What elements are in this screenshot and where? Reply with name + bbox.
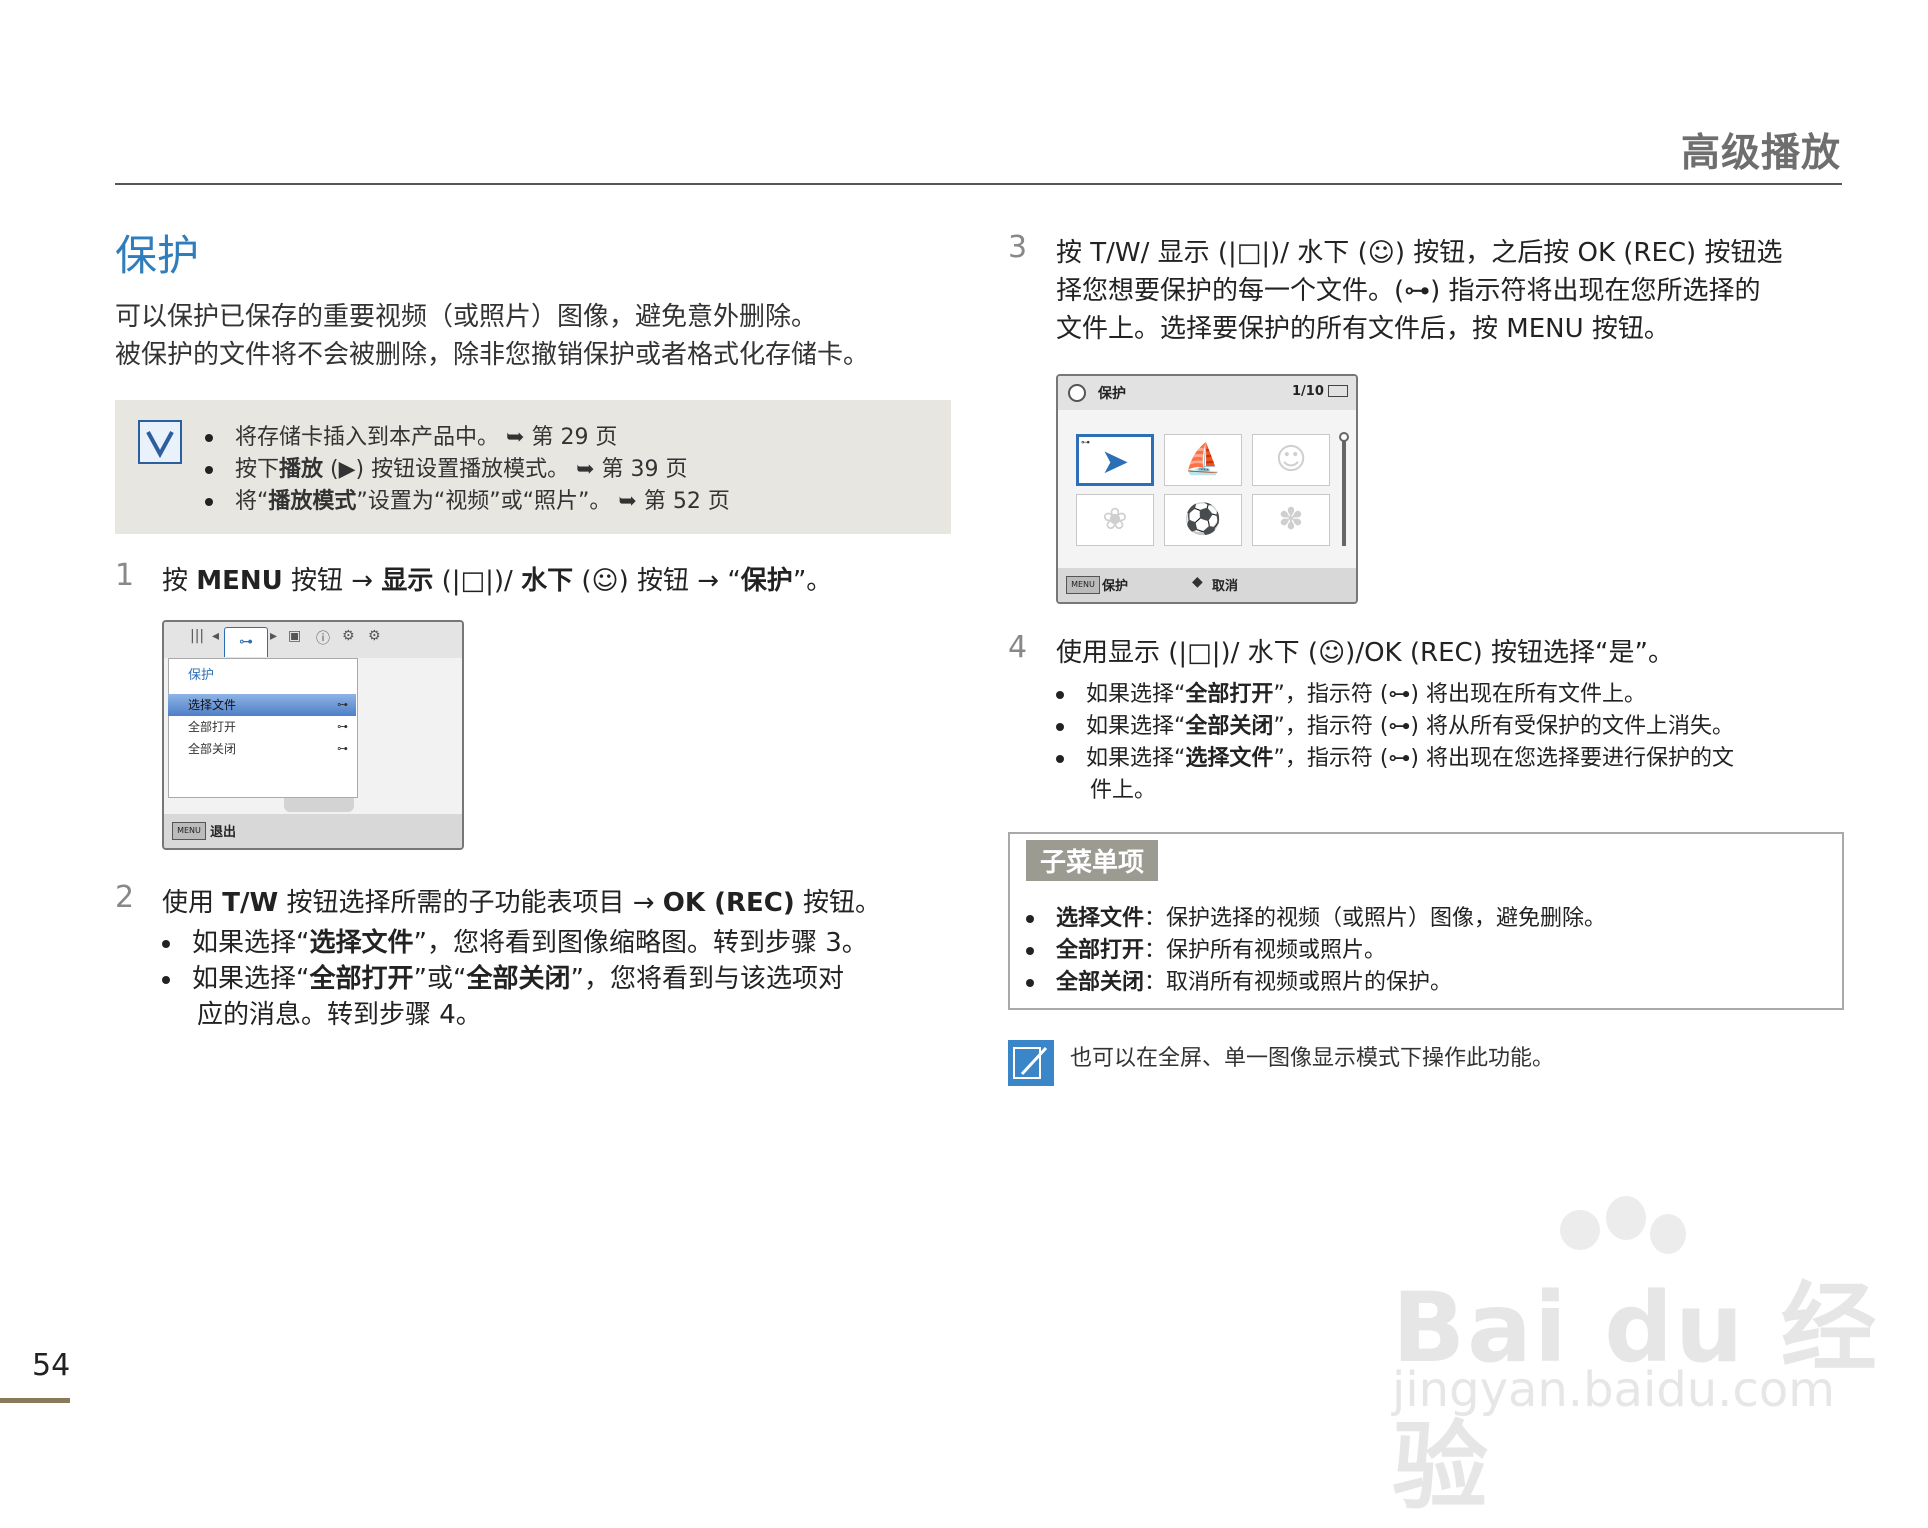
protect-tab-icon: ⊶	[224, 627, 268, 657]
file-counter: 1/10	[1292, 384, 1324, 399]
page-ref: 第 39 页	[601, 457, 688, 482]
intro-line-2: 被保护的文件将不会被删除，除非您撤销保护或者格式化存储卡。	[115, 340, 870, 370]
menu-button-chip: MENU	[172, 822, 206, 840]
screen-title: 保护	[1098, 386, 1126, 402]
step-3-line-1: 按 T/W/ 显示 (|□|)/ 水下 (☺) 按钮，之后按 OK (REC) …	[1056, 238, 1783, 268]
submenu-label: 子菜单项	[1026, 840, 1159, 881]
prerequisite-item: 按下播放 (▶) 按钮设置播放模式。 ➥ 第 39 页	[205, 451, 688, 483]
scrollbar-track	[1342, 436, 1346, 546]
soccer-icon: ⚽	[1184, 502, 1222, 537]
step-1-text: 按 MENU 按钮 → 显示 (|□|)/ 水下 (☺) 按钮 → “保护”。	[162, 566, 833, 596]
note-pencil-icon	[1008, 1040, 1054, 1086]
screen-bottom-bar	[164, 814, 462, 848]
header-divider	[115, 183, 1842, 185]
prerequisite-item: 将存储卡插入到本产品中。 ➥ 第 29 页	[205, 419, 617, 451]
step-2-bullet: 如果选择“全部打开”或“全部关闭”，您将看到与该选项对	[162, 958, 844, 995]
thumbnail-selected: ⊶ ➤	[1076, 434, 1154, 486]
gear-icon: ⚙	[368, 628, 381, 644]
info-icon: ⓘ	[316, 631, 330, 647]
key-icon: ⊶	[337, 720, 348, 733]
submenu-item: 选择文件：保护选择的视频（或照片）图像，避免删除。	[1026, 900, 1606, 932]
tab-icon: |||	[190, 628, 205, 644]
watermark-paw	[1606, 1196, 1646, 1240]
watermark-paw	[1650, 1214, 1686, 1254]
key-icon: ⊶	[337, 742, 348, 755]
key-icon: ⊶	[337, 698, 348, 711]
tab-right-arrow-icon: ▸	[270, 628, 278, 644]
checkmark-icon	[138, 420, 182, 464]
step-4-text: 使用显示 (|□|)/ 水下 (☺)/OK (REC) 按钮选择“是”。	[1056, 638, 1674, 668]
menu-item-select-file: 选择文件 ⊶	[168, 694, 356, 716]
watermark-url: jingyan.baidu.com	[1392, 1362, 1835, 1418]
menu-button-chip: MENU	[1066, 576, 1100, 594]
palm-icon: ✽	[1278, 502, 1304, 537]
step-4-bullet: 如果选择“选择文件”，指示符 (⊶) 将出现在您选择要进行保护的文	[1056, 740, 1734, 772]
sailboat-icon: ⛵	[1184, 442, 1222, 477]
nav-pad-icon: ◆	[1192, 574, 1203, 590]
thumbnail: ⛵	[1164, 434, 1242, 486]
step-4-bullet: 如果选择“全部关闭”，指示符 (⊶) 将从所有受保护的文件上消失。	[1056, 708, 1734, 740]
page-ref: 第 52 页	[643, 489, 730, 514]
submenu-item: 全部关闭：取消所有视频或照片的保护。	[1026, 964, 1452, 996]
battery-icon	[1328, 385, 1348, 397]
menu-item-all-off: 全部关闭 ⊶	[168, 738, 356, 760]
step-number: 2	[115, 880, 135, 915]
submenu-item: 全部打开：保护所有视频或照片。	[1026, 932, 1386, 964]
step-number: 4	[1008, 630, 1028, 665]
playback-mode-icon	[1068, 384, 1086, 402]
gear-icon: ⚙	[342, 628, 355, 644]
watermark-paw	[1560, 1210, 1600, 1250]
thumbnail-screen-illustration: 保护 1/10 ⊶ ➤ ⛵ ☺ ❀ ⚽ ✽ MENU 保护 ◆ 取消	[1056, 374, 1358, 604]
step-2-bullet-continuation: 应的消息。转到步骤 4。	[197, 1000, 482, 1030]
step-number: 3	[1008, 230, 1028, 265]
thumbnail: ⚽	[1164, 494, 1242, 546]
thumbnail: ✽	[1252, 494, 1330, 546]
section-title: 保护	[115, 231, 200, 280]
cancel-label: 取消	[1212, 579, 1239, 594]
people-icon: ☺	[1275, 442, 1307, 477]
step-2-text: 使用 T/W 按钮选择所需的子功能表项目 → OK (REC) 按钮。	[162, 888, 881, 918]
menu-title: 保护	[188, 668, 215, 683]
step-4-bullet: 如果选择“全部打开”，指示符 (⊶) 将出现在所有文件上。	[1056, 676, 1646, 708]
page-number-rule	[0, 1398, 70, 1403]
page-ref: 第 29 页	[531, 425, 618, 450]
cursor-icon: ➤	[1100, 442, 1130, 482]
protect-label: 保护	[1102, 579, 1129, 594]
step-2-bullet: 如果选择“选择文件”，您将看到图像缩略图。转到步骤 3。	[162, 922, 868, 959]
page-ref-arrow-icon: ➥	[576, 457, 595, 482]
step-3-line-3: 文件上。选择要保护的所有文件后，按 MENU 按钮。	[1056, 314, 1670, 344]
menu-tab-bar	[164, 622, 462, 658]
menu-item-all-on: 全部打开 ⊶	[168, 716, 356, 738]
step-3-line-2: 择您想要保护的每一个文件。(⊶) 指示符将出现在您所选择的	[1056, 276, 1761, 306]
intro-line-1: 可以保护已保存的重要视频（或照片）图像，避免意外删除。	[115, 302, 818, 332]
step-4-bullet-continuation: 件上。	[1090, 778, 1157, 803]
page-ref-arrow-icon: ➥	[506, 425, 525, 450]
prerequisite-item: 将“播放模式”设置为“视频”或“照片”。 ➥ 第 52 页	[205, 483, 730, 515]
chapter-title: 高级播放	[1680, 131, 1841, 176]
page-ref-arrow-icon: ➥	[618, 489, 637, 514]
exit-label: 退出	[210, 825, 237, 840]
menu-screen-illustration: ||| ◂ ⊶ ▸ ▣ ⓘ ⚙ ⚙ 保护 选择文件 ⊶ 全部打开 ⊶ 全部关闭 …	[162, 620, 464, 850]
note-text: 也可以在全屏、单一图像显示模式下操作此功能。	[1070, 1046, 1555, 1071]
tab-icon: ▣	[288, 628, 302, 644]
table-icon: ❀	[1102, 502, 1128, 537]
tab-left-arrow-icon: ◂	[212, 628, 220, 644]
step-number: 1	[115, 558, 135, 593]
thumbnail: ☺	[1252, 434, 1330, 486]
scrollbar-knob	[1339, 432, 1349, 442]
thumbnail: ❀	[1076, 494, 1154, 546]
page-number: 54	[32, 1348, 71, 1383]
